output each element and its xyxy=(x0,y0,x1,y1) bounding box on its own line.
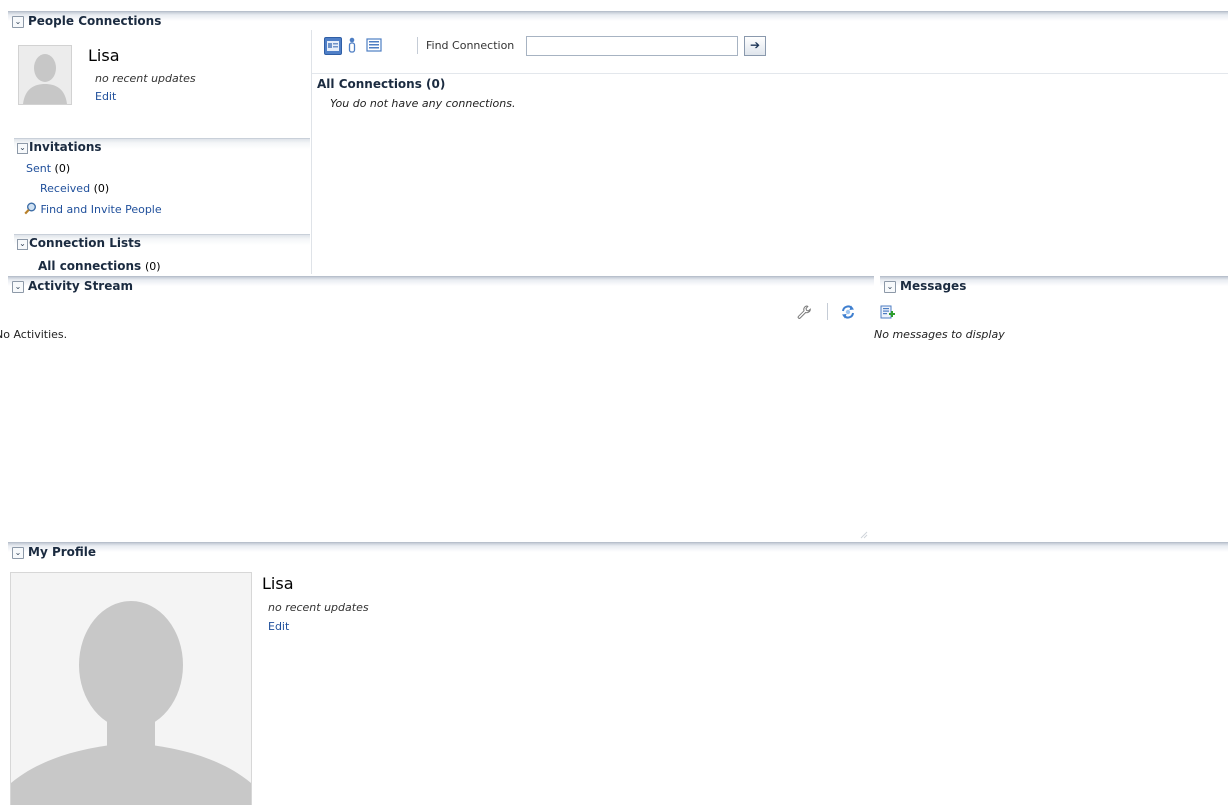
sent-link[interactable]: Sent xyxy=(26,162,51,175)
no-activities-text: No Activities. xyxy=(0,328,68,341)
invitations-header: ⌄ Invitations xyxy=(14,138,310,157)
search-icon xyxy=(24,202,37,215)
profile-avatar[interactable] xyxy=(10,572,252,805)
activity-stream-header: ⌄ Activity Stream xyxy=(8,276,874,296)
all-connections-title: All Connections xyxy=(317,77,422,91)
panel-title: My Profile xyxy=(28,545,97,559)
profile-edit-link[interactable]: Edit xyxy=(268,620,289,633)
profile-status: no recent updates xyxy=(268,601,369,614)
all-connections-count: (0) xyxy=(145,260,161,273)
toolbar-separator xyxy=(417,37,418,54)
panel-title: Messages xyxy=(900,279,967,293)
arrow-right-icon[interactable]: ➔ xyxy=(744,36,766,56)
left-column-divider xyxy=(311,30,312,274)
invitations-title: Invitations xyxy=(29,140,102,154)
collapse-icon[interactable]: ⌄ xyxy=(17,239,28,250)
find-connection-label: Find Connection xyxy=(426,39,515,52)
card-view-icon[interactable] xyxy=(324,37,342,55)
sent-count: (0) xyxy=(54,162,71,175)
people-connections-header: ⌄ People Connections xyxy=(8,11,1228,31)
find-invite-row[interactable]: Find and Invite People xyxy=(24,202,162,216)
no-connections-text: You do not have any connections. xyxy=(330,97,516,110)
collapse-icon[interactable]: ⌄ xyxy=(12,16,24,28)
refresh-icon[interactable] xyxy=(840,304,856,320)
connection-lists-title: Connection Lists xyxy=(29,236,141,250)
all-connections-link[interactable]: All connections xyxy=(38,259,141,273)
received-row: Received (0) xyxy=(40,182,109,195)
edit-link[interactable]: Edit xyxy=(95,90,116,103)
messages-header: ⌄ Messages xyxy=(880,276,1228,296)
find-invite-link[interactable]: Find and Invite People xyxy=(41,203,162,216)
profile-name: Lisa xyxy=(262,574,294,593)
collapse-icon[interactable]: ⌄ xyxy=(884,281,896,293)
collapse-icon[interactable]: ⌄ xyxy=(12,547,24,559)
panel-title: People Connections xyxy=(28,14,162,28)
collapse-icon[interactable]: ⌄ xyxy=(12,281,24,293)
received-count: (0) xyxy=(93,182,110,195)
user-status: no recent updates xyxy=(95,72,196,85)
new-message-icon[interactable] xyxy=(880,304,896,320)
my-profile-header: ⌄ My Profile xyxy=(8,542,1228,562)
avatar[interactable] xyxy=(18,45,72,105)
collapse-icon[interactable]: ⌄ xyxy=(17,143,28,154)
list-view-icon[interactable] xyxy=(366,37,382,53)
all-connections-row: All connections (0) xyxy=(38,259,161,273)
wrench-icon[interactable] xyxy=(796,304,812,320)
received-link[interactable]: Received xyxy=(40,182,90,195)
person-view-icon[interactable] xyxy=(346,37,358,53)
no-messages-text: No messages to display xyxy=(874,328,1005,341)
sent-row: Sent (0) xyxy=(26,162,70,175)
all-connections-heading-count: (0) xyxy=(426,77,446,91)
find-connection-input[interactable] xyxy=(526,36,738,56)
user-name: Lisa xyxy=(88,46,120,65)
resize-grip-icon[interactable] xyxy=(858,528,868,539)
panel-title: Activity Stream xyxy=(28,279,133,293)
activity-toolbar-separator xyxy=(827,303,828,320)
all-connections-heading xyxy=(312,73,1228,74)
connection-lists-header: ⌄ Connection Lists xyxy=(14,234,310,253)
all-connections-title-row: All Connections (0) xyxy=(317,77,445,91)
